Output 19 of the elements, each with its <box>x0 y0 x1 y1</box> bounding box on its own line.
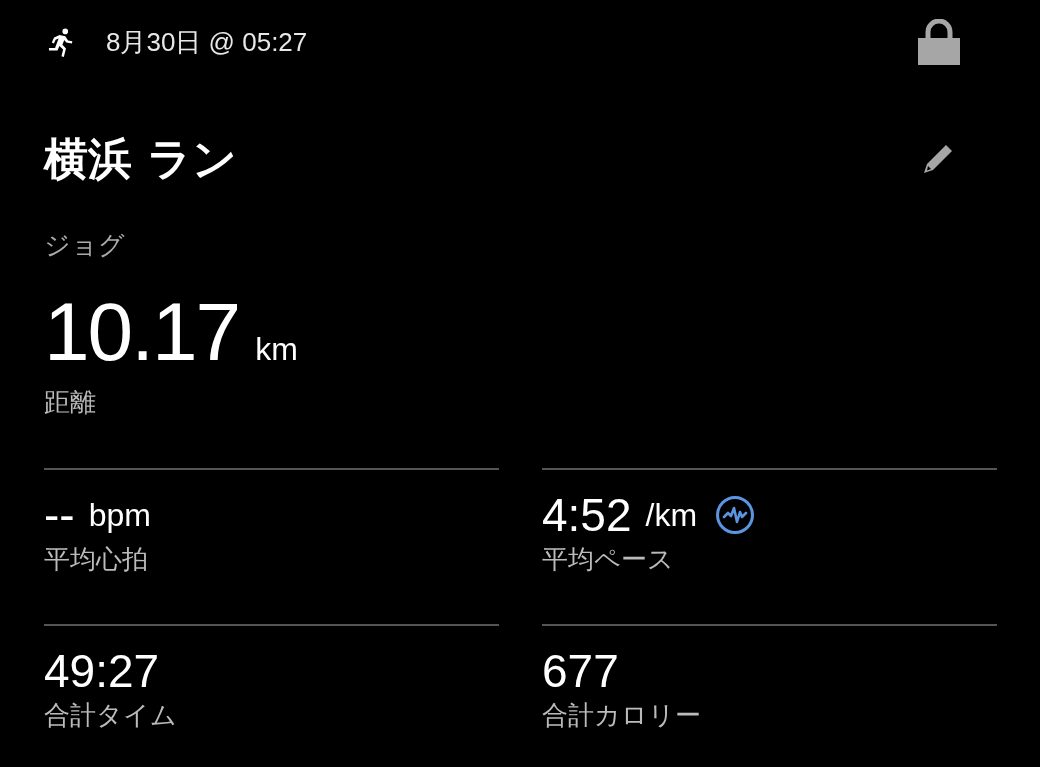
pulse-icon[interactable] <box>715 495 756 535</box>
stat-value: 49:27 <box>44 644 160 698</box>
stat-label: 合計カロリー <box>542 699 702 732</box>
distance-value: 10.17 <box>44 285 240 379</box>
stat-value: -- <box>44 488 75 542</box>
distance-label: 距離 <box>44 386 97 419</box>
distance-unit: km <box>255 331 298 368</box>
stat-value: 677 <box>542 644 619 698</box>
activity-title: 横浜 ラン <box>44 131 238 186</box>
stat-label: 合計タイム <box>44 699 178 732</box>
stat-label: 平均ペース <box>542 543 675 576</box>
edit-icon[interactable] <box>922 143 954 175</box>
stat-label: 平均心拍 <box>44 543 149 576</box>
stat-unit: bpm <box>88 496 151 534</box>
lock-icon[interactable] <box>918 19 960 65</box>
activity-datetime: 8月30日 @ 05:27 <box>106 25 308 59</box>
stat-unit: /km <box>645 496 698 534</box>
stat-value: 4:52 <box>542 488 632 542</box>
activity-type: ジョグ <box>44 229 126 262</box>
